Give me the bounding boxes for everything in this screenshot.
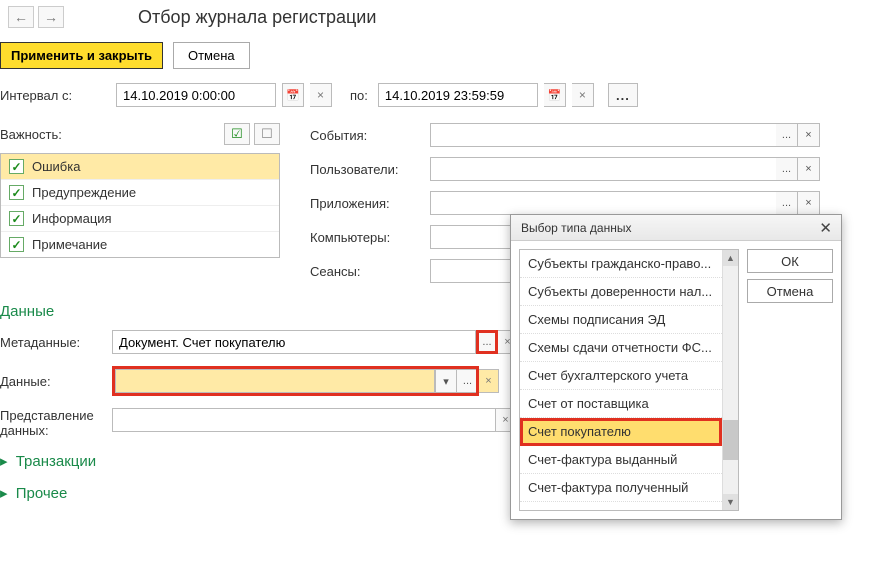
data-dropdown-button[interactable]: ▾ [435,369,457,393]
list-item[interactable]: Счет-фактура выданный [520,446,722,474]
back-button[interactable]: ← [8,6,34,28]
checkbox-icon: ✓ [9,237,24,252]
importance-item-label: Предупреждение [32,185,136,200]
events-more-button[interactable]: ... [776,123,798,147]
scroll-up-button[interactable]: ▲ [723,250,738,266]
list-item[interactable]: Счет от поставщика [520,390,722,418]
list-item[interactable]: Схемы сдачи отчетности ФС... [520,334,722,362]
apps-input[interactable] [430,191,776,215]
chevron-right-icon: ▸ [0,485,8,502]
uncheck-all-icon[interactable]: ☐ [254,123,280,145]
data-clear-button[interactable]: × [479,369,499,393]
list-item[interactable]: Схемы подписания ЭД [520,306,722,334]
clear-from-button[interactable]: × [310,83,332,107]
interval-to-label: по: [350,88,368,103]
forward-button[interactable]: → [38,6,64,28]
importance-item-info[interactable]: ✓ Информация [1,206,279,232]
data-label: Данные: [0,374,112,389]
data-input[interactable] [115,369,435,393]
interval-to-input[interactable] [378,83,538,107]
apps-label: Приложения: [310,196,430,211]
apps-clear-button[interactable]: × [798,191,820,215]
importance-label: Важность: [0,127,62,142]
importance-item-label: Ошибка [32,159,80,174]
list-item[interactable]: Субъекты гражданско-право... [520,250,722,278]
dialog-close-button[interactable]: ✕ [816,219,835,237]
apply-and-close-button[interactable]: Применить и закрыть [0,42,163,69]
events-clear-button[interactable]: × [798,123,820,147]
list-item[interactable]: Счет-фактура полученный [520,474,722,502]
calendar-to-icon[interactable]: 📅 [544,83,566,107]
metadata-label: Метаданные: [0,335,112,350]
importance-item-label: Примечание [32,237,107,252]
page-title: Отбор журнала регистрации [138,7,376,28]
users-clear-button[interactable]: × [798,157,820,181]
events-input[interactable] [430,123,776,147]
interval-from-input[interactable] [116,83,276,107]
checkbox-icon: ✓ [9,159,24,174]
type-listbox[interactable]: Субъекты гражданско-право... Субъекты до… [520,250,722,510]
dialog-title: Выбор типа данных [521,221,631,235]
data-more-button[interactable]: ... [457,369,479,393]
importance-item-warning[interactable]: ✓ Предупреждение [1,180,279,206]
scroll-thumb[interactable] [723,420,738,460]
metadata-input[interactable] [112,330,476,354]
list-item-selected[interactable]: Счет покупателю [520,418,722,446]
clear-to-button[interactable]: × [572,83,594,107]
calendar-from-icon[interactable]: 📅 [282,83,304,107]
dialog-cancel-button[interactable]: Отмена [747,279,833,303]
checkbox-icon: ✓ [9,211,24,226]
check-all-icon[interactable]: ☑ [224,123,250,145]
list-item[interactable]: Счет бухгалтерского учета [520,362,722,390]
scrollbar[interactable]: ▲ ▼ [722,250,738,510]
users-label: Пользователи: [310,162,430,177]
apps-more-button[interactable]: ... [776,191,798,215]
interval-from-label: Интервал с: [0,88,110,103]
users-more-button[interactable]: ... [776,157,798,181]
list-item[interactable]: Табличные части документов [520,502,722,510]
events-label: События: [310,128,430,143]
cancel-button[interactable]: Отмена [173,42,250,69]
importance-list: ✓ Ошибка ✓ Предупреждение ✓ Информация ✓… [0,153,280,258]
type-select-dialog: Выбор типа данных ✕ Субъекты гражданско-… [510,214,842,520]
list-item[interactable]: Субъекты доверенности нал... [520,278,722,306]
checkbox-icon: ✓ [9,185,24,200]
importance-item-note[interactable]: ✓ Примечание [1,232,279,257]
computers-label: Компьютеры: [310,230,430,245]
dialog-ok-button[interactable]: ОК [747,249,833,273]
scroll-down-button[interactable]: ▼ [723,494,738,510]
users-input[interactable] [430,157,776,181]
sessions-label: Сеансы: [310,264,430,279]
metadata-more-button[interactable]: ... [476,330,498,354]
representation-input[interactable] [112,408,496,432]
representation-label: Представление данных: [0,408,112,438]
importance-item-label: Информация [32,211,112,226]
chevron-right-icon: ▸ [0,453,8,470]
interval-more-button[interactable]: ... [608,83,638,107]
importance-item-error[interactable]: ✓ Ошибка [1,154,279,180]
